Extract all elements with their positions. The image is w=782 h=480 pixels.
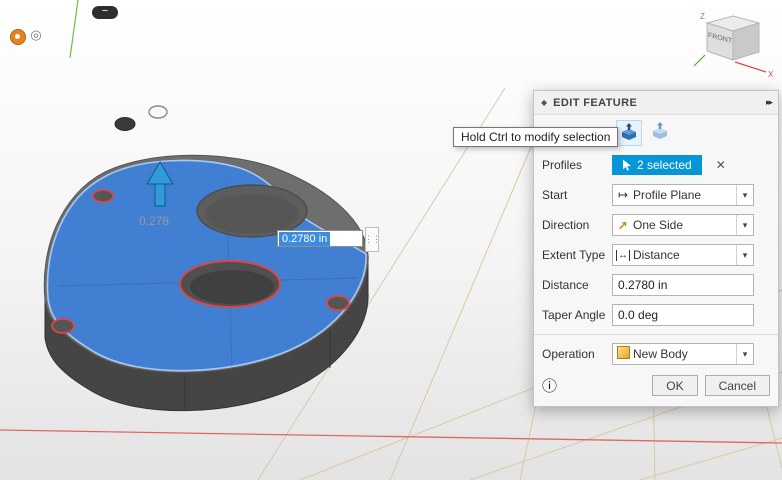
viewport-distance-value: 0.2780 in (279, 232, 330, 246)
dimension-label: 0.278 (139, 214, 169, 228)
start-value: Profile Plane (633, 188, 736, 202)
dialog-title: EDIT FEATURE (553, 97, 766, 109)
hole-profile-2[interactable] (52, 319, 74, 333)
chevron-down-icon: ▾ (736, 344, 753, 364)
start-label: Start (542, 188, 612, 202)
direction-value: One Side (633, 218, 736, 232)
extent-value: Distance (633, 248, 736, 262)
operation-dropdown[interactable]: New Body ▾ (612, 343, 754, 365)
center-hole-shadow (190, 270, 274, 304)
distance-extent-icon: ↔ (616, 250, 630, 261)
row-extent: Extent Type ↔ Distance ▾ (534, 240, 778, 270)
x-axis-line (0, 430, 782, 443)
profiles-label: Profiles (542, 158, 612, 172)
notification-badge-icon[interactable] (10, 29, 26, 45)
row-operation: Operation New Body ▾ (534, 339, 778, 369)
row-start: Start ↦ Profile Plane ▾ (534, 180, 778, 210)
minus-icon: − (102, 5, 108, 17)
dialog-rows: Profiles 2 selected ✕ Start ↦ Profile Pl… (534, 148, 778, 369)
viewcube-x-label: X (768, 70, 773, 79)
browser-collapse-button[interactable]: − (92, 6, 118, 19)
hole-profile-3[interactable] (327, 296, 349, 310)
origin-icon[interactable]: ◎ (29, 28, 43, 42)
direction-label: Direction (542, 218, 612, 232)
fusion-viewport: FRONT X Z − ◎ 0.278 0.2780 in ⋮⋮ Hold Ct… (0, 0, 782, 480)
info-icon[interactable]: ⓘ (542, 375, 652, 396)
y-axis-line (70, 0, 78, 58)
direction-dropdown[interactable]: ➚ One Side ▾ (612, 214, 754, 236)
hole-profile-1[interactable] (93, 190, 113, 202)
diamond-icon: ◆ (541, 98, 547, 107)
select-cursor-icon (622, 159, 632, 171)
hole-top-left[interactable] (115, 118, 135, 131)
drag-grip-icon[interactable]: ⋮⋮ (365, 227, 379, 252)
clear-selection-icon[interactable]: ✕ (716, 158, 726, 172)
chevron-down-icon: ▾ (736, 185, 753, 205)
chevron-down-icon: ▾ (736, 215, 753, 235)
dialog-separator (534, 334, 778, 335)
profile-plane-icon: ↦ (613, 188, 633, 202)
viewport-distance-input[interactable]: 0.2780 in (277, 230, 363, 247)
extrude-tool-icon[interactable] (616, 120, 642, 146)
row-taper: Taper Angle (534, 300, 778, 330)
row-profiles: Profiles 2 selected ✕ (534, 150, 778, 180)
one-side-icon: ➚ (613, 218, 633, 232)
profiles-selection-button[interactable]: 2 selected (612, 155, 702, 175)
taper-angle-label: Taper Angle (542, 308, 612, 322)
cancel-button[interactable]: Cancel (705, 375, 770, 396)
ok-button[interactable]: OK (652, 375, 697, 396)
pocket-inner (205, 194, 299, 234)
new-body-icon (617, 346, 630, 359)
row-distance: Distance (534, 270, 778, 300)
profiles-count: 2 selected (637, 158, 692, 172)
row-direction: Direction ➚ One Side ▾ (534, 210, 778, 240)
selection-tooltip: Hold Ctrl to modify selection (453, 127, 618, 147)
viewcube-z-label: Z (700, 12, 705, 21)
extent-type-dropdown[interactable]: ↔ Distance ▾ (612, 244, 754, 266)
operation-value: New Body (633, 347, 736, 361)
taper-angle-input[interactable] (612, 304, 754, 326)
distance-input[interactable] (612, 274, 754, 296)
distance-label: Distance (542, 278, 612, 292)
dialog-header[interactable]: ◆ EDIT FEATURE ▸▸ (534, 91, 778, 115)
chevron-down-icon: ▾ (736, 245, 753, 265)
dialog-footer: ⓘ OK Cancel (534, 369, 778, 406)
operation-label: Operation (542, 347, 612, 361)
ring-top (149, 106, 167, 118)
thin-extrude-tool-icon[interactable] (648, 120, 672, 144)
start-dropdown[interactable]: ↦ Profile Plane ▾ (612, 184, 754, 206)
expand-panel-icon[interactable]: ▸▸ (766, 97, 771, 108)
extent-label: Extent Type (542, 248, 612, 262)
